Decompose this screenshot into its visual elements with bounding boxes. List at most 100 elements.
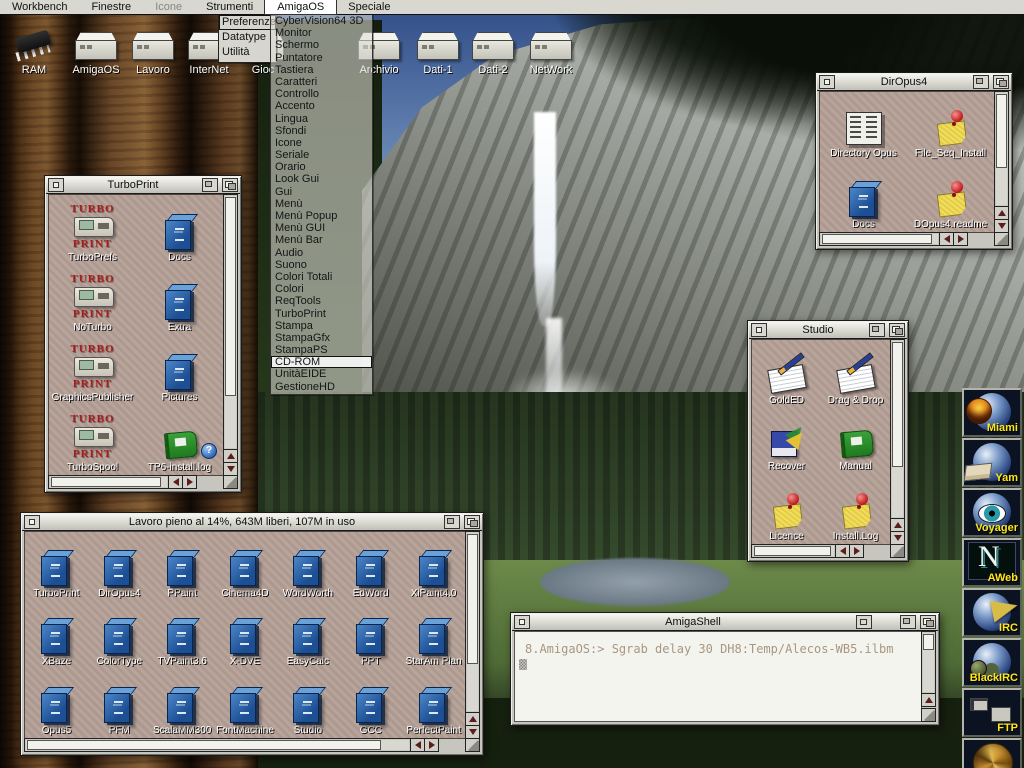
menu-group-item[interactable]: Preferenze <box>219 15 276 30</box>
vscroll-track[interactable] <box>996 93 1007 205</box>
file-icon[interactable]: GCC <box>339 685 402 738</box>
submenu-item[interactable]: Seriale <box>271 149 372 161</box>
submenu-item[interactable]: Audio <box>271 247 372 259</box>
file-icon[interactable]: GoldED <box>752 359 821 408</box>
file-icon[interactable]: EasyCalc <box>276 616 339 669</box>
hscroll-track[interactable] <box>26 740 409 750</box>
submenu-item[interactable]: Schermo <box>271 39 372 51</box>
file-icon[interactable]: PerfectPaint <box>402 685 465 738</box>
submenu-item[interactable]: Gui <box>271 186 372 198</box>
file-icon[interactable]: PPT <box>339 616 402 669</box>
depth-gadget-icon[interactable] <box>920 615 936 629</box>
desktop-icon[interactable]: NetWork <box>522 26 580 76</box>
titlebar[interactable]: Lavoro pieno al 14%, 643M liberi, 107M i… <box>22 514 482 531</box>
submenu-item[interactable]: StampaGfx <box>271 332 372 344</box>
depth-gadget-icon[interactable] <box>222 178 238 192</box>
scroll-down-button[interactable] <box>995 219 1008 232</box>
zoom-gadget-icon[interactable] <box>869 323 885 337</box>
vscroll-thumb[interactable] <box>996 94 1007 168</box>
submenu-item[interactable]: Menù Bar <box>271 234 372 246</box>
submenu-item[interactable]: Accento <box>271 100 372 112</box>
menu-title[interactable]: Speciale <box>336 0 402 14</box>
close-gadget-icon[interactable] <box>751 323 767 337</box>
zoom-gadget-icon[interactable] <box>202 178 218 192</box>
desktop-icon[interactable]: Dati-2 <box>464 26 522 76</box>
vscroll-thumb[interactable] <box>467 534 478 664</box>
resize-gadget-icon[interactable] <box>465 738 480 752</box>
file-icon[interactable]: Docs <box>136 212 223 265</box>
file-icon[interactable]: ColorType <box>88 616 151 669</box>
scroll-left-button[interactable] <box>835 545 849 557</box>
file-icon[interactable]: Cinema4D <box>214 548 277 601</box>
scroll-up-button[interactable] <box>922 693 935 706</box>
dock-item[interactable]: Yam <box>962 438 1022 487</box>
close-gadget-icon[interactable] <box>514 615 530 629</box>
submenu-item[interactable]: Look Gui <box>271 173 372 185</box>
menu-title[interactable]: Finestre <box>79 0 143 14</box>
resize-gadget-icon[interactable] <box>890 544 905 558</box>
submenu-item[interactable]: StampaPS <box>271 344 372 356</box>
submenu-item[interactable]: Menù <box>271 198 372 210</box>
desktop-icon[interactable]: Lavoro <box>124 26 182 76</box>
scroll-up-button[interactable] <box>466 712 479 725</box>
hscroll-thumb[interactable] <box>27 740 381 750</box>
submenu-item[interactable]: Colori Totali <box>271 271 372 283</box>
scroll-left-button[interactable] <box>410 739 424 751</box>
file-icon[interactable]: Studio <box>276 685 339 738</box>
file-icon[interactable]: XBaze <box>25 616 88 669</box>
scroll-left-button[interactable] <box>939 233 953 245</box>
submenu-item[interactable]: UnitàEIDE <box>271 368 372 380</box>
menu-group-item[interactable]: Datatype <box>219 30 276 45</box>
vertical-scrollbar[interactable] <box>921 631 936 707</box>
file-icon[interactable]: TVPaint3.6 <box>151 616 214 669</box>
file-icon[interactable]: Directory Opus <box>820 110 907 161</box>
file-icon[interactable]: TurboPrint <box>25 548 88 601</box>
vscroll-track[interactable] <box>892 341 903 517</box>
hscroll-thumb[interactable] <box>754 546 831 556</box>
submenu-item[interactable]: TurboPrint <box>271 308 372 320</box>
file-icon[interactable]: PPaint <box>151 548 214 601</box>
titlebar[interactable]: TurboPrint <box>46 177 240 194</box>
titlebar[interactable]: Studio <box>749 322 907 339</box>
file-icon[interactable]: ScalaMM300 <box>151 685 214 738</box>
file-icon[interactable]: TURBO PRINT GraphicsPublisher <box>49 344 136 405</box>
menu-title[interactable]: Strumenti <box>194 0 265 14</box>
dock-item[interactable]: BlackIRC <box>962 638 1022 687</box>
dock-item[interactable]: FTP <box>962 688 1022 737</box>
titlebar[interactable]: DirOpus4 <box>817 74 1011 91</box>
zoom-gadget-icon[interactable] <box>444 515 460 529</box>
close-gadget-icon[interactable] <box>819 75 835 89</box>
menu-group-item[interactable]: Utilità <box>219 45 276 60</box>
vscroll-track[interactable] <box>467 533 478 711</box>
zoom-gadget-icon[interactable] <box>900 615 916 629</box>
file-icon[interactable]: DirOpus4 <box>88 548 151 601</box>
close-gadget-icon[interactable] <box>24 515 40 529</box>
vscroll-thumb[interactable] <box>892 342 903 467</box>
file-icon[interactable]: TURBO PRINT NoTurbo <box>49 274 136 335</box>
resize-gadget-icon[interactable] <box>921 708 936 722</box>
file-icon[interactable]: Drag & Drop <box>821 359 890 408</box>
shell-output[interactable]: 8.AmigaOS:> Sgrab delay 30 DH8:Temp/Alec… <box>514 631 922 722</box>
horizontal-scrollbar[interactable] <box>751 544 864 558</box>
submenu-item[interactable]: Suono <box>271 259 372 271</box>
file-icon[interactable]: EdWord <box>339 548 402 601</box>
file-icon[interactable]: Pictures <box>136 352 223 405</box>
file-icon[interactable]: FontMachine <box>214 685 277 738</box>
scroll-right-button[interactable] <box>849 545 863 557</box>
resize-gadget-icon[interactable] <box>223 475 238 489</box>
file-icon[interactable]: Opus5 <box>25 685 88 738</box>
horizontal-scrollbar[interactable] <box>819 232 968 246</box>
submenu-item[interactable]: Monitor <box>271 27 372 39</box>
menu-title[interactable]: AmigaOS <box>265 0 336 14</box>
scroll-right-button[interactable] <box>182 476 196 488</box>
desktop-icon[interactable]: AmigaOS <box>67 26 125 76</box>
scroll-up-button[interactable] <box>995 206 1008 219</box>
horizontal-scrollbar[interactable] <box>24 738 439 752</box>
submenu-item[interactable]: Lingua <box>271 113 372 125</box>
scroll-down-button[interactable] <box>466 725 479 738</box>
scroll-up-button[interactable] <box>891 518 904 531</box>
submenu-item[interactable]: ReqTools <box>271 295 372 307</box>
file-icon[interactable]: XiPaint4.0 <box>402 548 465 601</box>
submenu-item[interactable]: Sfondi <box>271 125 372 137</box>
desktop-icon[interactable]: RAM <box>5 26 63 76</box>
